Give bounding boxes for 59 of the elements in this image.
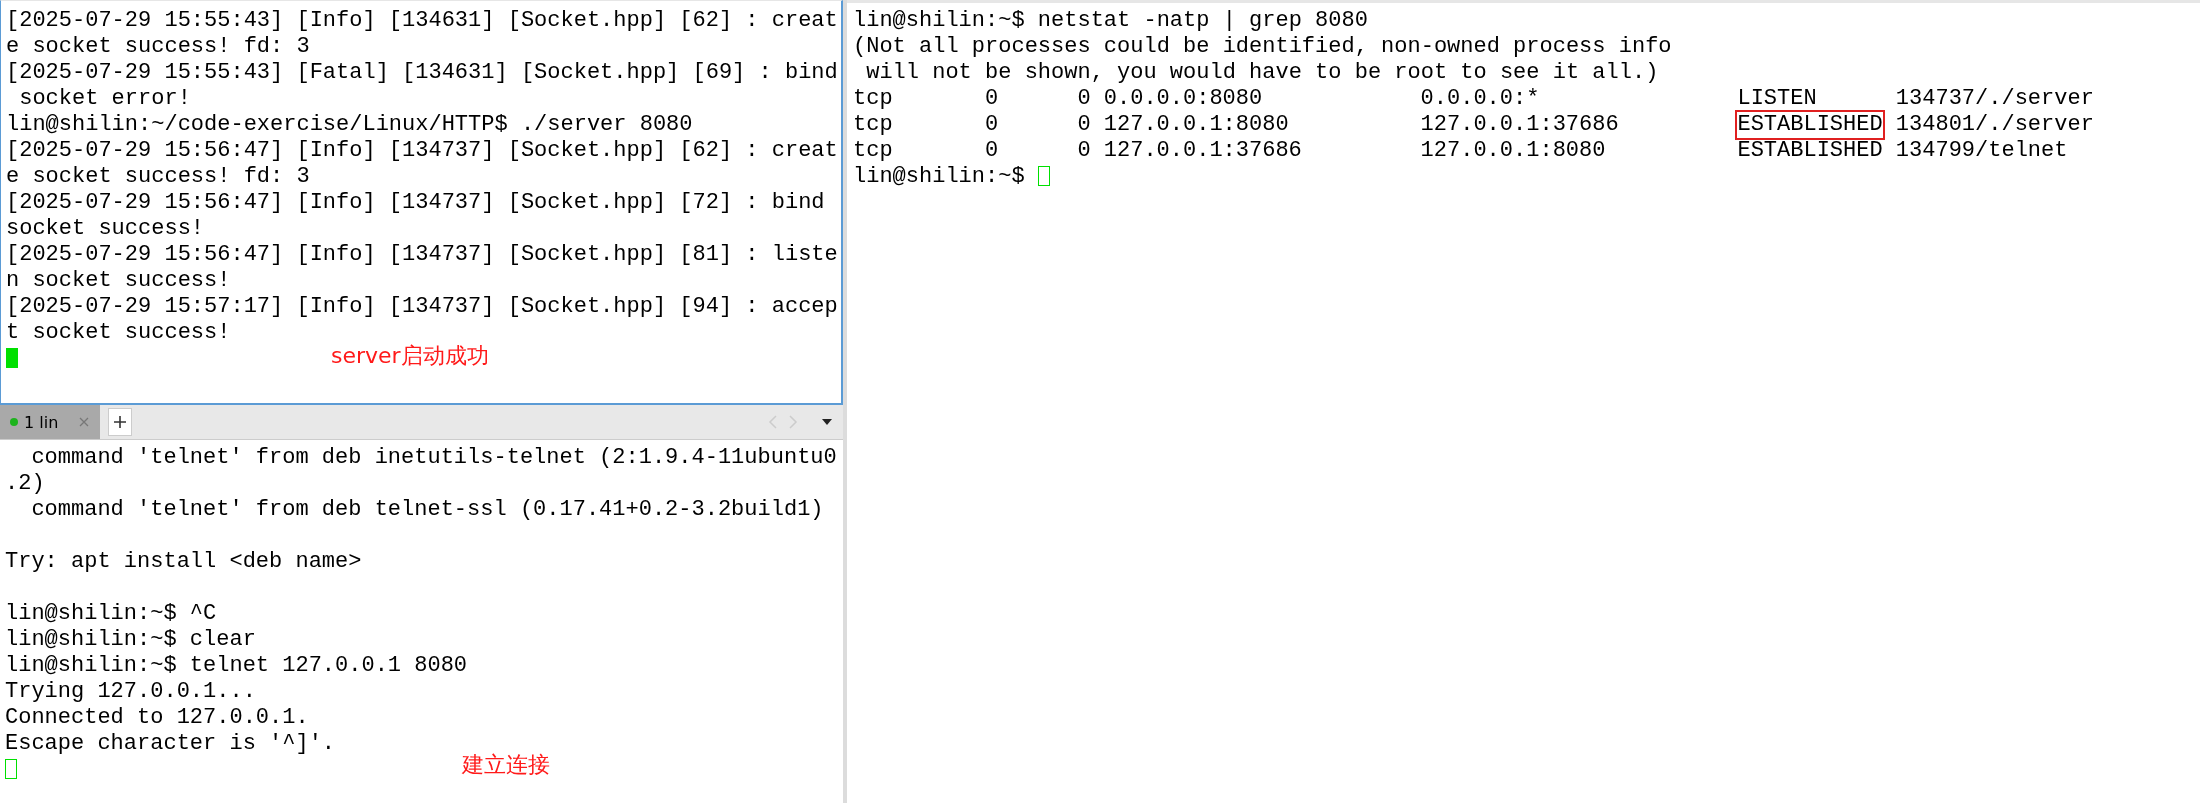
terminal-line: socket error! [18, 86, 192, 112]
terminal-line: lin@shilin:~$ clear [5, 627, 257, 653]
proto-text: tcp [853, 138, 894, 164]
terminal-line: lin@shilin:~$ netstat -natp | grep 8080 [853, 8, 1369, 34]
status-dot-icon [10, 418, 18, 426]
local-address-text: 0.0.0.0:8080 [1103, 86, 1264, 112]
scroll-right-icon[interactable] [787, 414, 799, 430]
foreign-address-text: 127.0.0.1:37686 [1420, 112, 1620, 138]
terminal-line: (Not all processes could be identified, non-owned process info [853, 34, 1673, 60]
local-address-text: 127.0.0.1:8080 [1103, 112, 1290, 138]
caret-icon[interactable] [821, 418, 833, 426]
recv-queue-text: 0 [984, 112, 999, 138]
terminal-line: e socket success! fd: 3 [6, 164, 311, 190]
terminal-line: .2) [5, 471, 46, 497]
tab-label: 1 lin [24, 412, 59, 432]
terminal-line: socket success! [6, 216, 206, 242]
terminal-line: [2025-07-29 15:56:47] [Info] [134737] [Socket.hpp] [62] : creat [6, 138, 839, 164]
terminal-line: Try: apt install <deb name> [5, 549, 363, 575]
program-text: 134737/./server [1895, 86, 2094, 112]
state-text: ESTABLISHED [1737, 112, 1883, 138]
proto-text: tcp [853, 112, 894, 138]
terminal-line: Trying 127.0.0.1... [5, 679, 257, 705]
send-queue-text: 0 [1076, 112, 1091, 138]
terminal-line: [2025-07-29 15:55:43] [Info] [134631] [Socket.hpp] [62] : creat [6, 8, 839, 34]
terminal-line: t socket success! [6, 320, 232, 346]
proto-text: tcp [853, 86, 894, 112]
terminal-line: command 'telnet' from deb inetutils-telnet (2:1.9.4-11ubuntu0 [30, 445, 838, 471]
foreign-address-text: 0.0.0.0:* [1420, 86, 1541, 112]
scroll-left-icon[interactable] [767, 414, 779, 430]
terminal-line: lin@shilin:~$ ^C [5, 601, 218, 627]
annotation-text: 建立连接 [462, 751, 550, 779]
state-text: ESTABLISHED [1737, 138, 1883, 164]
terminal-line: [2025-07-29 15:55:43] [Fatal] [134631] [Socket.hpp] [69] : bind [6, 60, 839, 86]
terminal-line: e socket success! fd: 3 [6, 34, 311, 60]
terminal-line: [2025-07-29 15:56:47] [Info] [134737] [Socket.hpp] [81] : liste [6, 242, 839, 268]
plus-icon [113, 415, 128, 429]
prompt-text: lin@shilin:~$ [853, 164, 1025, 189]
program-text: 134799/telnet [1895, 138, 2068, 164]
new-tab-button[interactable] [108, 408, 133, 436]
terminal-tab[interactable]: 1 lin [0, 405, 101, 439]
terminal-line: command 'telnet' from deb telnet-ssl (0.17.41+0.2-3.2build1) [30, 497, 825, 523]
terminal-line: lin@shilin:~$ telnet 127.0.0.1 8080 [5, 653, 469, 679]
local-address-text: 127.0.0.1:37686 [1103, 138, 1303, 164]
annotation-text: server启动成功 [331, 342, 489, 370]
close-icon[interactable] [78, 416, 91, 428]
recv-queue-text: 0 [984, 86, 999, 112]
state-text: LISTEN [1737, 86, 1818, 112]
terminal-line: [2025-07-29 15:56:47] [Info] [134737] [Socket.hpp] [72] : bind [6, 190, 826, 216]
terminal-line: lin@shilin:~/code-exercise/Linux/HTTP$ ./server 8080 [6, 112, 694, 138]
recv-queue-text: 0 [984, 138, 999, 164]
terminal-line: [2025-07-29 15:57:17] [Info] [134737] [Socket.hpp] [94] : accep [6, 294, 839, 320]
send-queue-text: 0 [1076, 138, 1091, 164]
foreign-address-text: 127.0.0.1:8080 [1420, 138, 1607, 164]
terminal-line: Connected to 127.0.0.1. [5, 705, 310, 731]
send-queue-text: 0 [1076, 86, 1091, 112]
terminal-line: will not be shown, you would have to be root to see it all.) [865, 60, 1660, 86]
terminal-line: n socket success! [6, 268, 232, 294]
program-text: 134801/./server [1895, 112, 2094, 138]
terminal-line: Escape character is '^]'. [5, 731, 337, 757]
